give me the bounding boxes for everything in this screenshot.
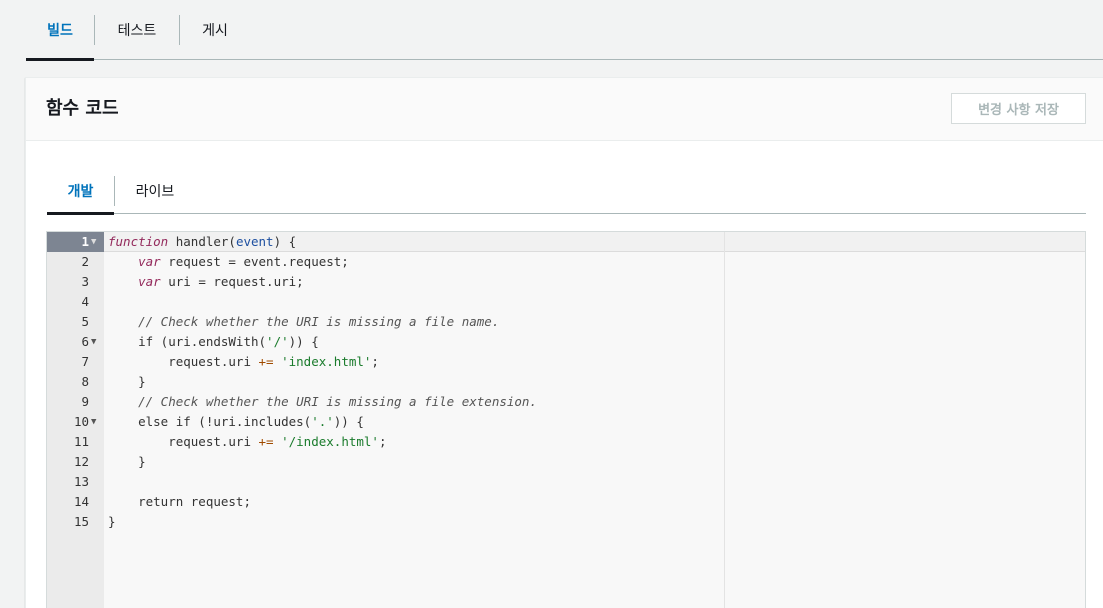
- code-token: request = event.request;: [160, 254, 349, 269]
- code-line[interactable]: 12 }: [47, 452, 1085, 472]
- line-number: 8: [81, 374, 89, 389]
- panel-header: 함수 코드 변경 사항 저장: [26, 78, 1103, 141]
- code-token: }: [108, 514, 116, 529]
- line-number: 1: [81, 234, 89, 249]
- code-text: var request = event.request;: [108, 252, 349, 272]
- code-token: var: [138, 254, 161, 269]
- code-text: // Check whether the URI is missing a fi…: [108, 312, 499, 332]
- line-number: 4: [81, 294, 89, 309]
- line-number: 12: [73, 454, 89, 469]
- code-line[interactable]: 7 request.uri += 'index.html';: [47, 352, 1085, 372]
- code-text: request.uri += '/index.html';: [108, 432, 386, 452]
- line-number: 10: [73, 414, 89, 429]
- code-line[interactable]: 4: [47, 292, 1085, 312]
- line-number: 5: [81, 314, 89, 329]
- line-number: 3: [81, 274, 89, 289]
- fold-toggle-icon[interactable]: ▼: [91, 412, 101, 432]
- function-code-panel: 함수 코드 변경 사항 저장 개발 라이브 1 ▼ function handler…: [25, 77, 1103, 608]
- code-token: '/': [266, 334, 289, 349]
- code-token: // Check whether the URI is missing a fi…: [138, 314, 500, 329]
- code-token: handler(: [168, 234, 236, 249]
- panel-title: 함수 코드: [46, 98, 119, 119]
- code-line[interactable]: 6 ▼ if (uri.endsWith('/')) {: [47, 332, 1085, 352]
- code-text: }: [108, 452, 146, 472]
- code-text: return request;: [108, 492, 251, 512]
- fold-toggle-icon[interactable]: ▼: [91, 232, 101, 252]
- fold-toggle-icon[interactable]: ▼: [91, 332, 101, 352]
- code-line[interactable]: 1 ▼ function handler(event) {: [47, 232, 1085, 252]
- tab-live[interactable]: 라이브: [115, 168, 195, 213]
- code-token: )) {: [288, 334, 319, 349]
- code-line[interactable]: 10 ▼ else if (!uri.includes('.')) {: [47, 412, 1085, 432]
- code-token: function: [108, 234, 169, 249]
- code-text: }: [108, 372, 146, 392]
- code-line[interactable]: 15}: [47, 512, 1085, 532]
- code-line[interactable]: 11 request.uri += '/index.html';: [47, 432, 1085, 452]
- code-token: )) {: [333, 414, 364, 429]
- code-text: var uri = request.uri;: [108, 272, 304, 292]
- code-line[interactable]: 9 // Check whether the URI is missing a …: [47, 392, 1085, 412]
- code-token: +=: [258, 354, 274, 369]
- code-token: return request;: [108, 494, 251, 509]
- code-token: event: [235, 234, 274, 249]
- code-token: +=: [258, 434, 274, 449]
- code-token: uri = request.uri;: [160, 274, 304, 289]
- line-number: 14: [73, 494, 89, 509]
- code-text: if (uri.endsWith('/')) {: [108, 332, 319, 352]
- code-token: else if (!uri.includes(: [108, 414, 312, 429]
- code-line[interactable]: 14 return request;: [47, 492, 1085, 512]
- tab-test[interactable]: 테스트: [95, 0, 179, 60]
- code-token: '/index.html': [281, 434, 379, 449]
- code-line[interactable]: 2 var request = event.request;: [47, 252, 1085, 272]
- line-number: 6: [81, 334, 89, 349]
- code-token: request.uri: [108, 354, 259, 369]
- code-token: }: [108, 454, 146, 469]
- line-number: 2: [81, 254, 89, 269]
- code-token: ;: [378, 434, 387, 449]
- code-text: function handler(event) {: [108, 232, 296, 252]
- code-text: // Check whether the URI is missing a fi…: [108, 392, 537, 412]
- line-number: 7: [81, 354, 89, 369]
- code-line[interactable]: 8 }: [47, 372, 1085, 392]
- code-editor[interactable]: 1 ▼ function handler(event) {2 var request…: [46, 231, 1086, 608]
- code-token: '.': [311, 414, 334, 429]
- line-number: 9: [81, 394, 89, 409]
- tab-development[interactable]: 개발: [47, 168, 114, 215]
- code-token: // Check whether the URI is missing a fi…: [138, 394, 537, 409]
- top-tab-bar: 빌드 테스트 게시: [26, 0, 1103, 61]
- code-token: request.uri: [108, 434, 259, 449]
- stage-tab-bar: 개발 라이브: [47, 168, 1086, 215]
- code-line[interactable]: 3 var uri = request.uri;: [47, 272, 1085, 292]
- code-text: else if (!uri.includes('.')) {: [108, 412, 364, 432]
- save-changes-button[interactable]: 변경 사항 저장: [951, 93, 1086, 124]
- line-number: 11: [73, 434, 89, 449]
- code-token: 'index.html': [281, 354, 372, 369]
- code-text: request.uri += 'index.html';: [108, 352, 379, 372]
- code-token: var: [138, 274, 161, 289]
- line-number: 13: [73, 474, 89, 489]
- code-token: ) {: [273, 234, 297, 249]
- code-token: ;: [371, 354, 379, 369]
- tab-build[interactable]: 빌드: [26, 0, 94, 61]
- code-token: if (uri.endsWith(: [108, 334, 267, 349]
- tab-publish[interactable]: 게시: [180, 0, 250, 60]
- line-number: 15: [73, 514, 89, 529]
- code-line[interactable]: 13: [47, 472, 1085, 492]
- code-token: }: [108, 374, 146, 389]
- code-text: }: [108, 512, 116, 532]
- code-line[interactable]: 5 // Check whether the URI is missing a …: [47, 312, 1085, 332]
